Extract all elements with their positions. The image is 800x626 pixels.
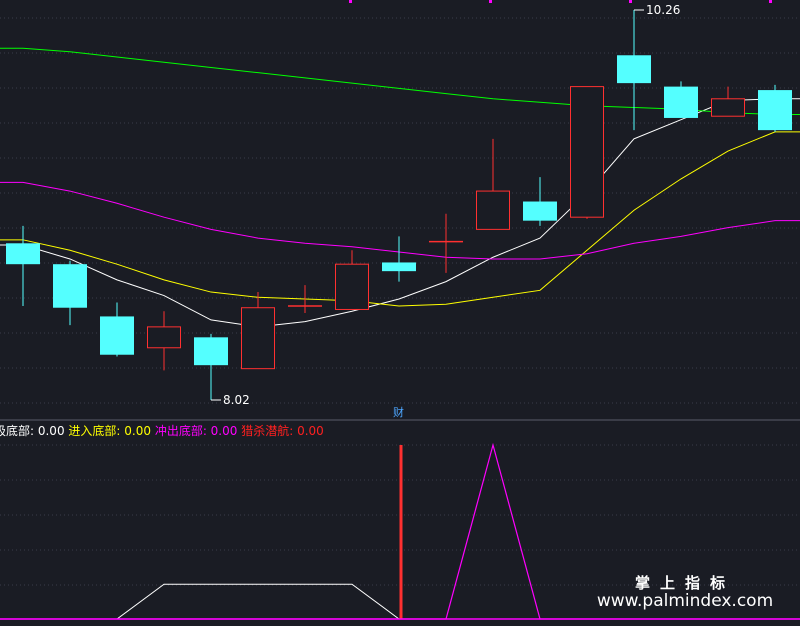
candle-body [147,326,181,349]
candle-body [758,90,792,131]
watermark-url: www.palmindex.com [596,591,774,611]
top-marker [769,0,772,3]
annotation-label: 8.02 [223,393,250,407]
ma-line-0 [0,98,800,328]
candle [617,10,651,131]
candle [100,302,134,357]
ma-line-2 [0,181,800,260]
legend-entry: 猎杀潜航: 0.00 [241,423,324,438]
candle-body [617,55,651,84]
top-marker [349,0,352,3]
top-marker [629,0,632,3]
candle [429,213,463,273]
candle-body [476,190,510,230]
candle-body [382,262,416,272]
candle [476,138,510,230]
annotation-label: 财 [393,405,404,419]
candle [523,177,557,226]
annotation-label: 10.26 [646,3,680,17]
candle-body [6,243,40,265]
candle-body [664,86,698,118]
candle-body [53,264,87,308]
candle [664,81,698,118]
candle [6,225,40,306]
candle-body [194,337,228,366]
candle [570,86,604,219]
chart-window: 10.26 8.02 财吸底部: 0.00 进入底部: 0.00 冲出底部: 0.0… [0,0,800,626]
candle [758,84,792,132]
legend-entry: 冲出底部: 0.00 [155,423,241,438]
indicator-legend: 吸底部: 0.00 进入底部: 0.00 冲出底部: 0.00 猎杀潜航: 0.… [0,423,324,438]
candle-body [711,98,745,117]
candle-body [570,86,604,218]
legend-entry: 进入底部: 0.00 [68,423,154,438]
candle-body [523,201,557,221]
candlestick-chart[interactable]: 10.26 8.02 财吸底部: 0.00 进入底部: 0.00 冲出底部: 0.0… [0,0,800,626]
watermark-title: 掌上指标 [634,574,735,592]
candle-body [241,307,275,370]
candle [711,86,745,117]
candle-body [100,316,134,355]
candle-body [335,263,369,310]
candle [53,260,87,326]
candle [194,333,228,400]
candle [241,292,275,370]
candle [382,236,416,282]
candle [147,311,181,371]
legend-entry: 吸底部: 0.00 [0,423,68,438]
top-marker [489,0,492,3]
candle [335,250,369,310]
